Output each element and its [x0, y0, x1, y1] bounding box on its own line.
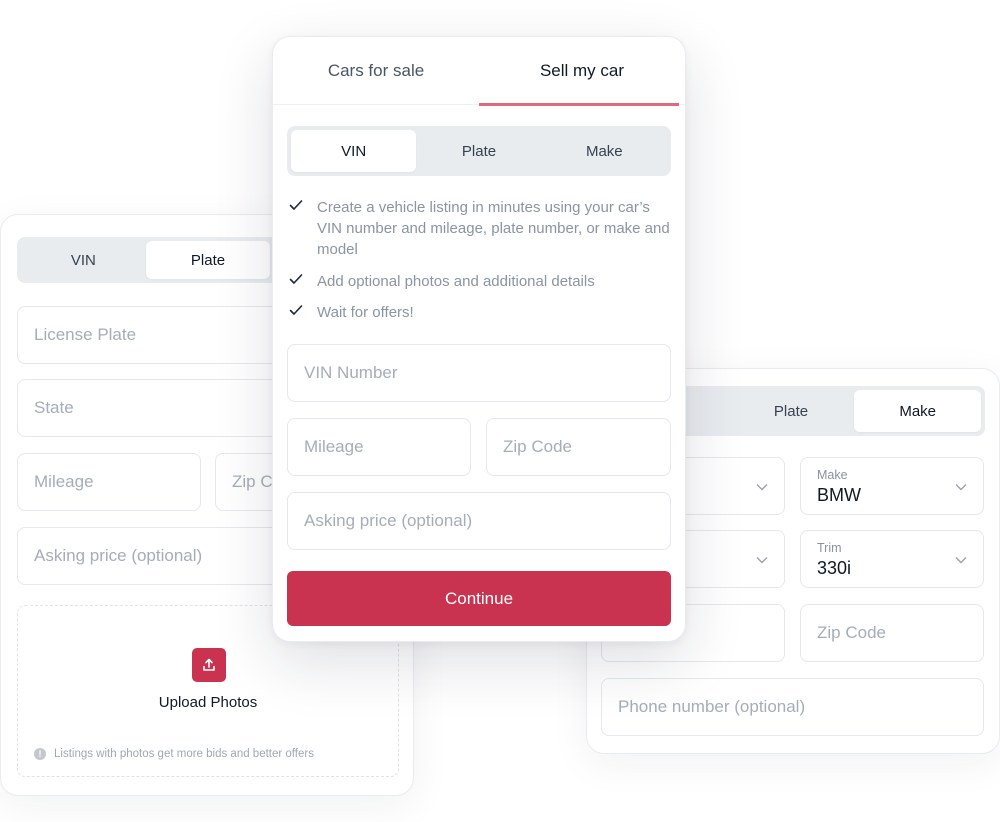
- zip-code-placeholder-front: Zip Code: [503, 437, 572, 456]
- check-icon: [289, 305, 303, 315]
- vin-number-placeholder: VIN Number: [304, 363, 398, 382]
- phone-number-placeholder: Phone number (optional): [618, 697, 806, 716]
- trim-select-label: Trim: [817, 541, 842, 555]
- mileage-placeholder: Mileage: [34, 472, 94, 491]
- segment-plate[interactable]: Plate: [145, 241, 271, 279]
- zip-code-input-right[interactable]: Zip Code: [800, 604, 984, 662]
- lookup-method-segmented-control-front: VIN Plate Make: [287, 126, 671, 176]
- check-icon: [289, 273, 303, 284]
- checklist-item-text: Add optional photos and additional detai…: [317, 272, 595, 290]
- checklist-item-text: Wait for offers!: [317, 304, 414, 321]
- segment-vin[interactable]: VIN: [21, 241, 146, 279]
- upload-note-text: Listings with photos get more bids and b…: [54, 748, 314, 760]
- mileage-input-front[interactable]: Mileage: [287, 418, 471, 476]
- segment-plate-right[interactable]: Plate: [728, 390, 855, 432]
- segment-make-front[interactable]: Make: [542, 130, 667, 172]
- asking-price-input-front[interactable]: Asking price (optional): [287, 492, 671, 550]
- trim-select[interactable]: Trim 330i: [800, 530, 984, 588]
- trim-select-value: 330i: [817, 558, 852, 578]
- asking-price-placeholder: Asking price (optional): [34, 546, 203, 565]
- upload-photos-label: Upload Photos: [158, 694, 258, 711]
- main-tabs: Cars for sale Sell my car: [273, 37, 685, 106]
- zip-code-input-front[interactable]: Zip Code: [486, 418, 671, 476]
- chevron-down-icon: [955, 476, 967, 496]
- tab-cars-for-sale[interactable]: Cars for sale: [273, 37, 479, 104]
- chevron-down-icon: [756, 476, 768, 496]
- make-select-value: BMW: [817, 485, 861, 505]
- segment-plate-front[interactable]: Plate: [416, 130, 541, 172]
- state-placeholder: State: [34, 398, 74, 417]
- make-select-label: Make: [817, 468, 848, 482]
- checklist-item-text: Create a vehicle listing in minutes usin…: [317, 199, 670, 258]
- segment-vin-front[interactable]: VIN: [291, 130, 417, 172]
- info-icon: !: [34, 748, 46, 760]
- sell-my-car-card: Cars for sale Sell my car VIN Plate Make…: [272, 36, 686, 642]
- tab-sell-my-car[interactable]: Sell my car: [479, 37, 685, 106]
- chevron-down-icon: [955, 549, 967, 569]
- segment-make-right[interactable]: Make: [854, 390, 982, 432]
- checklist-item: Create a vehicle listing in minutes usin…: [289, 197, 674, 260]
- license-plate-placeholder: License Plate: [34, 325, 137, 344]
- asking-price-placeholder-front: Asking price (optional): [304, 511, 473, 530]
- continue-button[interactable]: Continue: [287, 571, 671, 626]
- mileage-input[interactable]: Mileage: [17, 453, 201, 511]
- zip-code-placeholder: Zip C: [232, 472, 273, 491]
- upload-icon[interactable]: [192, 648, 226, 682]
- chevron-down-icon: [756, 549, 768, 569]
- zip-code-placeholder-right: Zip Code: [817, 623, 886, 642]
- vin-number-input[interactable]: VIN Number: [287, 344, 671, 402]
- mileage-placeholder-front: Mileage: [304, 437, 364, 456]
- upload-note: ! Listings with photos get more bids and…: [34, 748, 314, 760]
- checklist-item: Add optional photos and additional detai…: [289, 271, 674, 292]
- make-select[interactable]: Make BMW: [800, 457, 984, 515]
- checklist-item: Wait for offers!: [289, 302, 674, 323]
- phone-number-input[interactable]: Phone number (optional): [601, 678, 984, 736]
- benefits-checklist: Create a vehicle listing in minutes usin…: [289, 197, 674, 334]
- check-icon: [289, 200, 303, 210]
